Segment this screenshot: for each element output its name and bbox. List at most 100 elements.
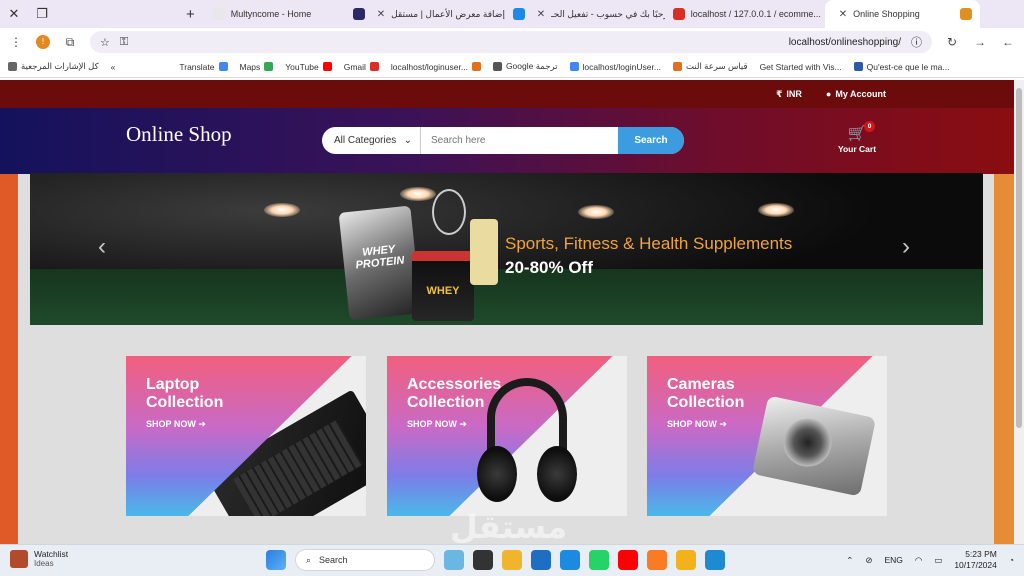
bookmark-gmail[interactable]: Gmail [344,62,379,72]
bookmark-google-translate[interactable]: Google ترجمة [492,61,558,72]
copilot-icon[interactable] [444,550,464,570]
xampp-icon [471,62,481,71]
youtube-icon [322,62,332,71]
stadium-light [264,203,300,217]
headphone-cup [537,446,577,502]
collection-card-laptop[interactable]: Laptop Collection SHOP NOW ➔ [126,356,366,516]
bookmark-quest[interactable]: Qu'est-ce que le ma... [853,61,950,72]
network-off-icon[interactable]: ⊘ [865,555,872,566]
search-input[interactable] [421,127,618,154]
search-bar: All Categories ⌄ Search [322,127,684,154]
my-account-link[interactable]: ● My Account [826,89,886,99]
bookmark-all[interactable]: كل الإشارات المرجعية [8,61,99,72]
bookmark-localhost-2[interactable]: localhost/loginUser... [569,61,661,72]
tab-close-icon[interactable]: ✕ [537,9,545,20]
cart-label: Your Cart [837,144,877,154]
url-text[interactable]: localhost/onlineshopping/ [789,37,901,48]
tab-online-shopping[interactable]: ✕ Online Shopping [824,0,980,28]
language-indicator[interactable]: ENG [884,555,902,565]
shop-now-link[interactable]: SHOP NOW ➔ [667,419,727,430]
collection-card-accessories[interactable]: Accessories Collection SHOP NOW ➔ [387,356,627,516]
page-scrollbar[interactable] [1014,80,1024,544]
cart-link[interactable]: 🛒 0 Your Cart [836,121,878,154]
shop-logo[interactable]: Online Shop [126,122,232,147]
menu-dots-icon[interactable]: ⋮ [8,35,24,49]
forward-icon[interactable]: → [972,35,988,49]
slider-prev-icon[interactable]: ‹ [98,233,106,261]
reload-icon[interactable]: ↻ [944,35,960,49]
bookmark-speedtest[interactable]: قياس سرعة النت [672,61,748,72]
clock[interactable]: 5:23 PM 10/17/2024 [954,549,997,571]
site-info-icon[interactable]: ⓘ [911,34,922,50]
new-tab-icon[interactable]: + [176,6,205,23]
watchlist-icon [10,549,28,568]
collection-title: Laptop Collection [146,376,224,411]
tab-label: مرحبًا بك في حسوب - تفعيل الحـ... [551,8,665,19]
bookmark-vis[interactable]: Get Started with Vis... [760,62,842,72]
restore-window-icon[interactable]: ❐ [28,0,56,28]
widgets-button[interactable]: Watchlist Ideas [10,549,68,568]
chevron-icon[interactable]: « [111,62,116,72]
youtube-app-icon[interactable] [618,550,638,570]
bookmark-label: كل الإشارات المرجعية [21,61,99,71]
battery-icon[interactable]: ▭ [934,555,942,566]
search-icon: ⌕ [306,554,312,565]
omnibox[interactable]: ☆ ⚿ localhost/onlineshopping/ ⓘ [90,31,932,53]
shop-now-link[interactable]: SHOP NOW ➔ [146,419,206,430]
profile-avatar[interactable]: ! [36,35,50,49]
currency-selector[interactable]: ₹ INR [776,89,802,100]
bookmark-label: localhost/loginUser... [582,61,661,72]
tab-multyncome[interactable]: Multyncome - Home [205,0,345,28]
bookmark-translate[interactable]: Translate [179,62,228,72]
collection-card-cameras[interactable]: Cameras Collection SHOP NOW ➔ [647,356,887,516]
vscode-icon[interactable] [705,550,725,570]
bookmark-label: Qu'est-ce que le ma... [866,61,950,72]
back-icon[interactable]: ← [1000,35,1016,49]
side-decoration-right [994,174,1014,544]
search-button[interactable]: Search [618,127,684,154]
tab-mostaql[interactable]: ✕ إضافة معرض الأعمال | مستقل [345,0,505,28]
bookmark-star-icon[interactable]: ☆ [100,36,110,49]
shop-now-link[interactable]: SHOP NOW ➔ [407,419,467,430]
tab-hsoub[interactable]: ✕ مرحبًا بك في حسوب - تفعيل الحـ... [505,0,665,28]
edge-icon[interactable] [560,550,580,570]
protein-tub-image: WHEY [412,251,474,321]
tab-close-icon[interactable]: ✕ [839,9,847,20]
tray-chevron-icon[interactable]: ⌃ [846,555,853,566]
chrome-icon[interactable] [676,550,696,570]
widget-subtitle: Ideas [34,559,54,569]
category-label: All Categories [334,135,397,146]
xampp-app-icon[interactable] [647,550,667,570]
folder-icon [8,62,17,71]
tab-close-icon[interactable]: ✕ [377,9,385,20]
tab-label: إضافة معرض الأعمال | مستقل [391,8,505,19]
tab-phpmyadmin[interactable]: localhost / 127.0.0.1 / ecomme... [665,0,825,28]
task-view-icon[interactable] [473,550,493,570]
hero-banner[interactable]: WHEY PROTEIN WHEY Sports, Fitness & Heal… [30,173,983,325]
bookmark-youtube[interactable]: YouTube [285,62,332,72]
racket-image [432,189,466,235]
scrollbar-thumb[interactable] [1016,88,1022,428]
taskbar-search[interactable]: ⌕ Search [295,549,435,571]
tab-label: Multyncome - Home [230,9,312,19]
bookmark-maps[interactable]: Maps [240,62,274,72]
bag-label: WHEY PROTEIN [355,243,405,272]
notification-bell-icon[interactable]: ◔ [1009,555,1014,565]
start-icon[interactable] [266,550,286,570]
extensions-icon[interactable]: ⧉ [62,35,78,50]
password-key-icon[interactable]: ⚿ [120,36,128,49]
bookmark-localhost-1[interactable]: localhost/loginuser... [391,62,481,72]
store-icon[interactable] [531,550,551,570]
address-bar-row: ⋮ ! ⧉ ☆ ⚿ localhost/onlineshopping/ ⓘ ↻ … [0,28,1024,56]
slider-next-icon[interactable]: › [902,233,910,261]
file-explorer-icon[interactable] [502,550,522,570]
camera-lens [779,414,837,472]
bookmark-label: Google ترجمة [505,61,558,71]
category-select[interactable]: All Categories ⌄ [322,127,421,154]
side-decoration-left [0,174,18,544]
account-label: My Account [835,89,886,99]
hero-discount: 20-80% Off [505,258,593,277]
whatsapp-icon[interactable] [589,550,609,570]
wifi-icon[interactable]: ◠ [915,555,922,566]
close-window-icon[interactable]: ✕ [0,0,28,28]
